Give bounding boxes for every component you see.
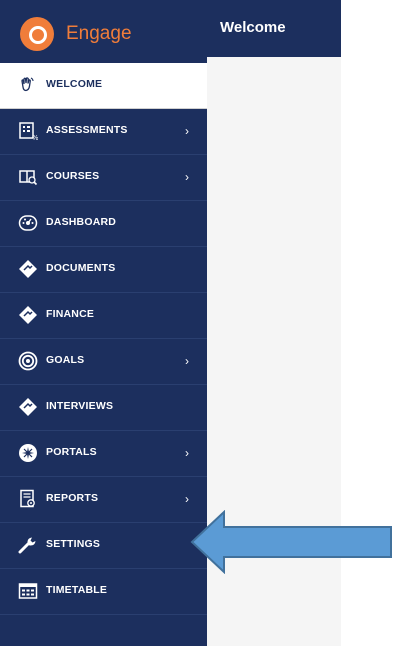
sidebar-item-documents[interactable]: DOCUMENTS <box>0 247 207 293</box>
sidebar-item-timetable[interactable]: TIMETABLE <box>0 569 207 615</box>
sidebar-item-label: DOCUMENTS <box>46 262 116 274</box>
chevron-right-icon: › <box>185 492 189 506</box>
sidebar-item-assessments[interactable]: % ASSESSMENTS › <box>0 109 207 155</box>
sidebar-item-label: TIMETABLE <box>46 584 108 596</box>
brand-name: Engage <box>66 23 132 44</box>
sidebar-item-finance[interactable]: FINANCE <box>0 293 207 339</box>
page-title: Welcome <box>220 19 286 36</box>
sidebar-item-label: PORTALS <box>46 446 97 458</box>
book-icon <box>18 167 38 187</box>
chevron-right-icon: › <box>185 446 189 460</box>
sidebar-item-label: COURSES <box>46 170 100 182</box>
svg-text:%: % <box>32 134 38 141</box>
page-header: Welcome <box>207 0 341 57</box>
sidebar-item-label: WELCOME <box>46 78 103 90</box>
sidebar-item-label: SETTINGS <box>46 538 101 550</box>
chevron-right-icon: › <box>185 124 189 138</box>
report-icon <box>18 489 38 509</box>
sidebar-item-dashboard[interactable]: DASHBOARD <box>0 201 207 247</box>
diamond-icon <box>18 397 38 417</box>
sidebar-item-label: GOALS <box>46 354 85 366</box>
engage-logo-icon <box>20 17 54 51</box>
sidebar-item-courses[interactable]: COURSES › <box>0 155 207 201</box>
sidebar: Engage WELCOME % ASSESSMENTS › COURSES › <box>0 0 207 646</box>
assessment-icon: % <box>18 121 38 141</box>
sidebar-item-label: REPORTS <box>46 492 99 504</box>
wrench-icon <box>18 535 38 555</box>
sidebar-item-label: FINANCE <box>46 308 95 320</box>
calendar-grid-icon <box>18 581 38 601</box>
sidebar-item-label: INTERVIEWS <box>46 400 114 412</box>
annotation-arrow-icon <box>190 510 394 574</box>
sidebar-item-label: DASHBOARD <box>46 216 117 228</box>
target-icon <box>18 351 38 371</box>
brand-header[interactable]: Engage <box>0 0 207 63</box>
sidebar-item-label: ASSESSMENTS <box>46 124 128 136</box>
chevron-right-icon: › <box>185 354 189 368</box>
sidebar-item-goals[interactable]: GOALS › <box>0 339 207 385</box>
portal-icon <box>18 443 38 463</box>
diamond-icon <box>18 259 38 279</box>
sidebar-item-reports[interactable]: REPORTS › <box>0 477 207 523</box>
sidebar-item-portals[interactable]: PORTALS › <box>0 431 207 477</box>
hand-wave-icon <box>18 75 38 95</box>
gauge-icon <box>18 213 38 233</box>
chevron-right-icon: › <box>185 170 189 184</box>
sidebar-nav: WELCOME % ASSESSMENTS › COURSES › DASHBO… <box>0 63 207 615</box>
diamond-icon <box>18 305 38 325</box>
sidebar-item-welcome[interactable]: WELCOME <box>0 63 207 109</box>
sidebar-item-settings[interactable]: SETTINGS <box>0 523 207 569</box>
sidebar-item-interviews[interactable]: INTERVIEWS <box>0 385 207 431</box>
